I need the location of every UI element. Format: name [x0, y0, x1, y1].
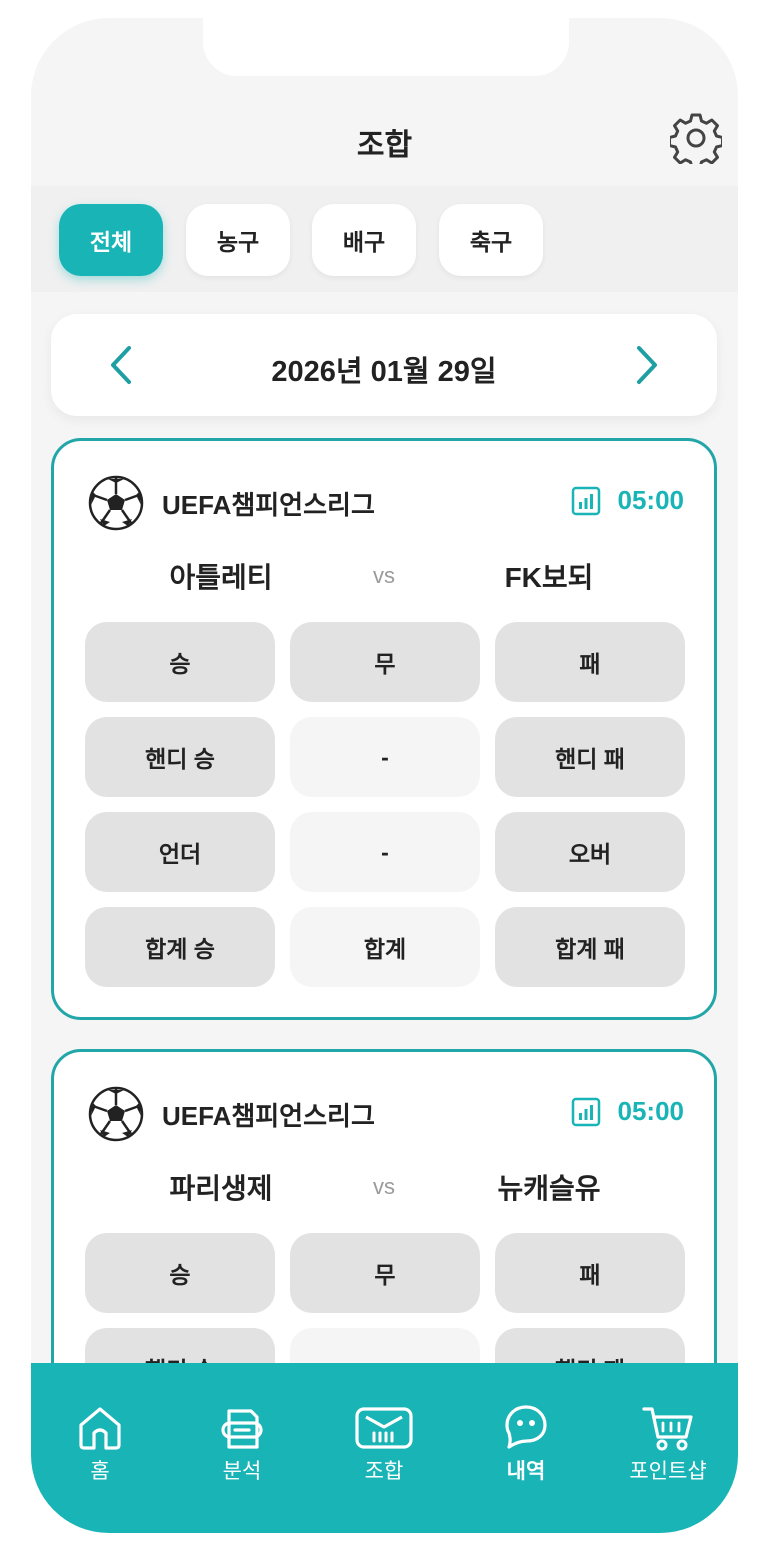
- odds-row: 언더 - 오버: [85, 812, 685, 892]
- filter-chip-soccer[interactable]: 축구: [439, 204, 543, 276]
- chevron-right-icon[interactable]: [629, 344, 665, 386]
- away-team: 뉴캐슬유: [497, 1173, 601, 1204]
- match-card: UEFA챔피언스리그 05:00 아틀레티 vs FK보되 승 무 패 핸디 승…: [51, 438, 717, 1020]
- date-selector: 2026년 01월 29일: [51, 314, 717, 416]
- tab-home[interactable]: 홈: [40, 1403, 160, 1485]
- odds-row: 핸디 승 - 핸디 패: [85, 717, 685, 797]
- match-time: 05:00: [617, 1096, 685, 1126]
- bet-total-lose-button[interactable]: 합계 패: [495, 907, 685, 987]
- filter-chip-volleyball[interactable]: 배구: [312, 204, 416, 276]
- league-name: UEFA챔피언스리그: [162, 490, 375, 520]
- odds-row: 합계 승 합계 합계 패: [85, 907, 685, 987]
- filter-chip-all[interactable]: 전체: [59, 204, 163, 276]
- tab-combo[interactable]: 조합: [324, 1403, 444, 1485]
- phone-frame: 조합 전체 농구 배구 축구 2026년 01월 29일 UEFA챔피언스리그 …: [31, 18, 738, 1533]
- cart-icon: [642, 1407, 693, 1451]
- tab-analysis[interactable]: 분석: [182, 1403, 302, 1485]
- bet-draw-button[interactable]: 무: [290, 622, 480, 702]
- app-header: 조합: [31, 98, 738, 184]
- tab-label: 포인트샵: [629, 1460, 707, 1483]
- bet-total-win-button[interactable]: 합계 승: [85, 907, 275, 987]
- analysis-icon: [221, 1409, 263, 1449]
- tab-label: 내역: [506, 1460, 546, 1483]
- soccer-ball-icon: [88, 475, 144, 531]
- bet-underover-empty: -: [290, 812, 480, 892]
- bottom-tab-bar: 홈 분석 조합 내역 포인트샵: [31, 1363, 738, 1533]
- odds-row: 승 무 패: [85, 622, 685, 702]
- bet-win-button[interactable]: 승: [85, 622, 275, 702]
- tab-label: 조합: [364, 1460, 404, 1483]
- gear-icon[interactable]: [670, 112, 722, 164]
- bet-over-button[interactable]: 오버: [495, 812, 685, 892]
- soccer-ball-icon: [88, 1086, 144, 1142]
- stats-icon[interactable]: [571, 1097, 601, 1127]
- bet-handicap-win-button[interactable]: 핸디 승: [85, 717, 275, 797]
- tab-history[interactable]: 내역: [466, 1403, 586, 1485]
- combo-icon: [355, 1407, 413, 1449]
- stats-icon[interactable]: [571, 486, 601, 516]
- bet-total-button[interactable]: 합계: [290, 907, 480, 987]
- league-name: UEFA챔피언스리그: [162, 1101, 375, 1131]
- home-icon: [79, 1407, 121, 1450]
- tab-label: 홈: [90, 1460, 110, 1483]
- away-team: FK보되: [504, 562, 594, 593]
- bet-lose-button[interactable]: 패: [495, 1233, 685, 1313]
- match-time: 05:00: [617, 485, 685, 515]
- bet-handicap-empty: -: [290, 717, 480, 797]
- bet-win-button[interactable]: 승: [85, 1233, 275, 1313]
- selected-date: 2026년 01월 29일: [271, 356, 497, 388]
- tab-label: 분석: [222, 1460, 262, 1483]
- bet-draw-button[interactable]: 무: [290, 1233, 480, 1313]
- history-icon: [505, 1405, 547, 1449]
- bet-handicap-lose-button[interactable]: 핸디 패: [495, 717, 685, 797]
- odds-grid: 승 무 패 핸디 승 - 핸디 패 언더 - 오버 합계 승 합계 합계 패: [85, 622, 685, 1002]
- page-title: 조합: [356, 129, 413, 162]
- sport-filter-bar: 전체 농구 배구 축구: [31, 186, 738, 292]
- filter-chip-basketball[interactable]: 농구: [186, 204, 290, 276]
- bet-under-button[interactable]: 언더: [85, 812, 275, 892]
- notch: [203, 18, 569, 76]
- tab-point-shop[interactable]: 포인트샵: [608, 1403, 728, 1485]
- odds-row: 승 무 패: [85, 1233, 685, 1313]
- bet-lose-button[interactable]: 패: [495, 622, 685, 702]
